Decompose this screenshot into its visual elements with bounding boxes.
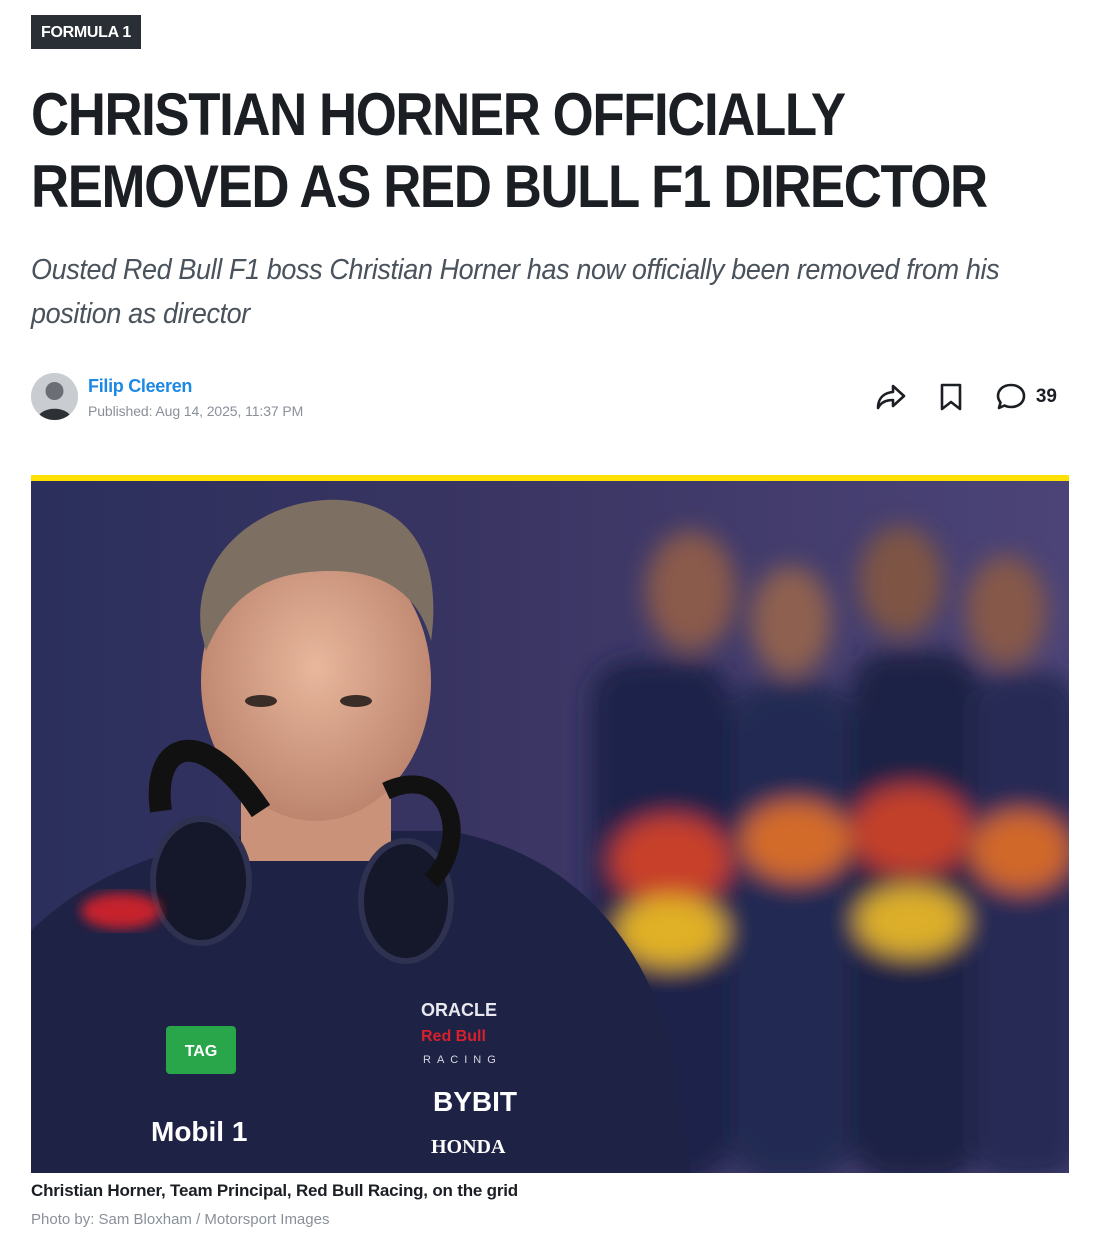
- article-subtitle: Ousted Red Bull F1 boss Christian Horner…: [31, 254, 1000, 330]
- article-actions: 39: [874, 380, 1071, 414]
- byline: Filip Cleeren Published: Aug 14, 2025, 1…: [31, 372, 1071, 422]
- image-credit: Photo by: Sam Bloxham / Motorsport Image…: [31, 1211, 330, 1228]
- svg-text:HONDA: HONDA: [431, 1136, 506, 1158]
- comment-icon: [996, 383, 1026, 410]
- author-link[interactable]: Filip Cleeren: [88, 376, 192, 397]
- bookmark-button[interactable]: [934, 380, 968, 414]
- comment-count[interactable]: 39: [1036, 386, 1057, 408]
- svg-text:TAG: TAG: [185, 1043, 218, 1060]
- svg-text:Red Bull: Red Bull: [421, 1028, 486, 1045]
- hero-photo: TAG ORACLE Red Bull RACING BYBIT HONDA M…: [31, 481, 1069, 1173]
- bookmark-icon: [940, 383, 962, 411]
- image-caption: Christian Horner, Team Principal, Red Bu…: [31, 1181, 518, 1200]
- published-date: Published: Aug 14, 2025, 11:37 PM: [88, 403, 304, 419]
- author-avatar[interactable]: [31, 373, 78, 420]
- svg-text:RACING: RACING: [423, 1054, 502, 1066]
- article-title: CHRISTIAN HORNER OFFICIALLY REMOVED AS R…: [31, 81, 988, 220]
- hero-image[interactable]: TAG ORACLE Red Bull RACING BYBIT HONDA M…: [31, 475, 1069, 1173]
- svg-text:BYBIT: BYBIT: [433, 1086, 517, 1117]
- svg-text:Mobil 1: Mobil 1: [151, 1116, 247, 1147]
- share-icon: [876, 384, 906, 410]
- share-button[interactable]: [874, 380, 908, 414]
- comments-button[interactable]: [994, 380, 1028, 414]
- logo-oracle: ORACLE: [421, 1000, 497, 1020]
- category-tag[interactable]: FORMULA 1: [31, 15, 142, 49]
